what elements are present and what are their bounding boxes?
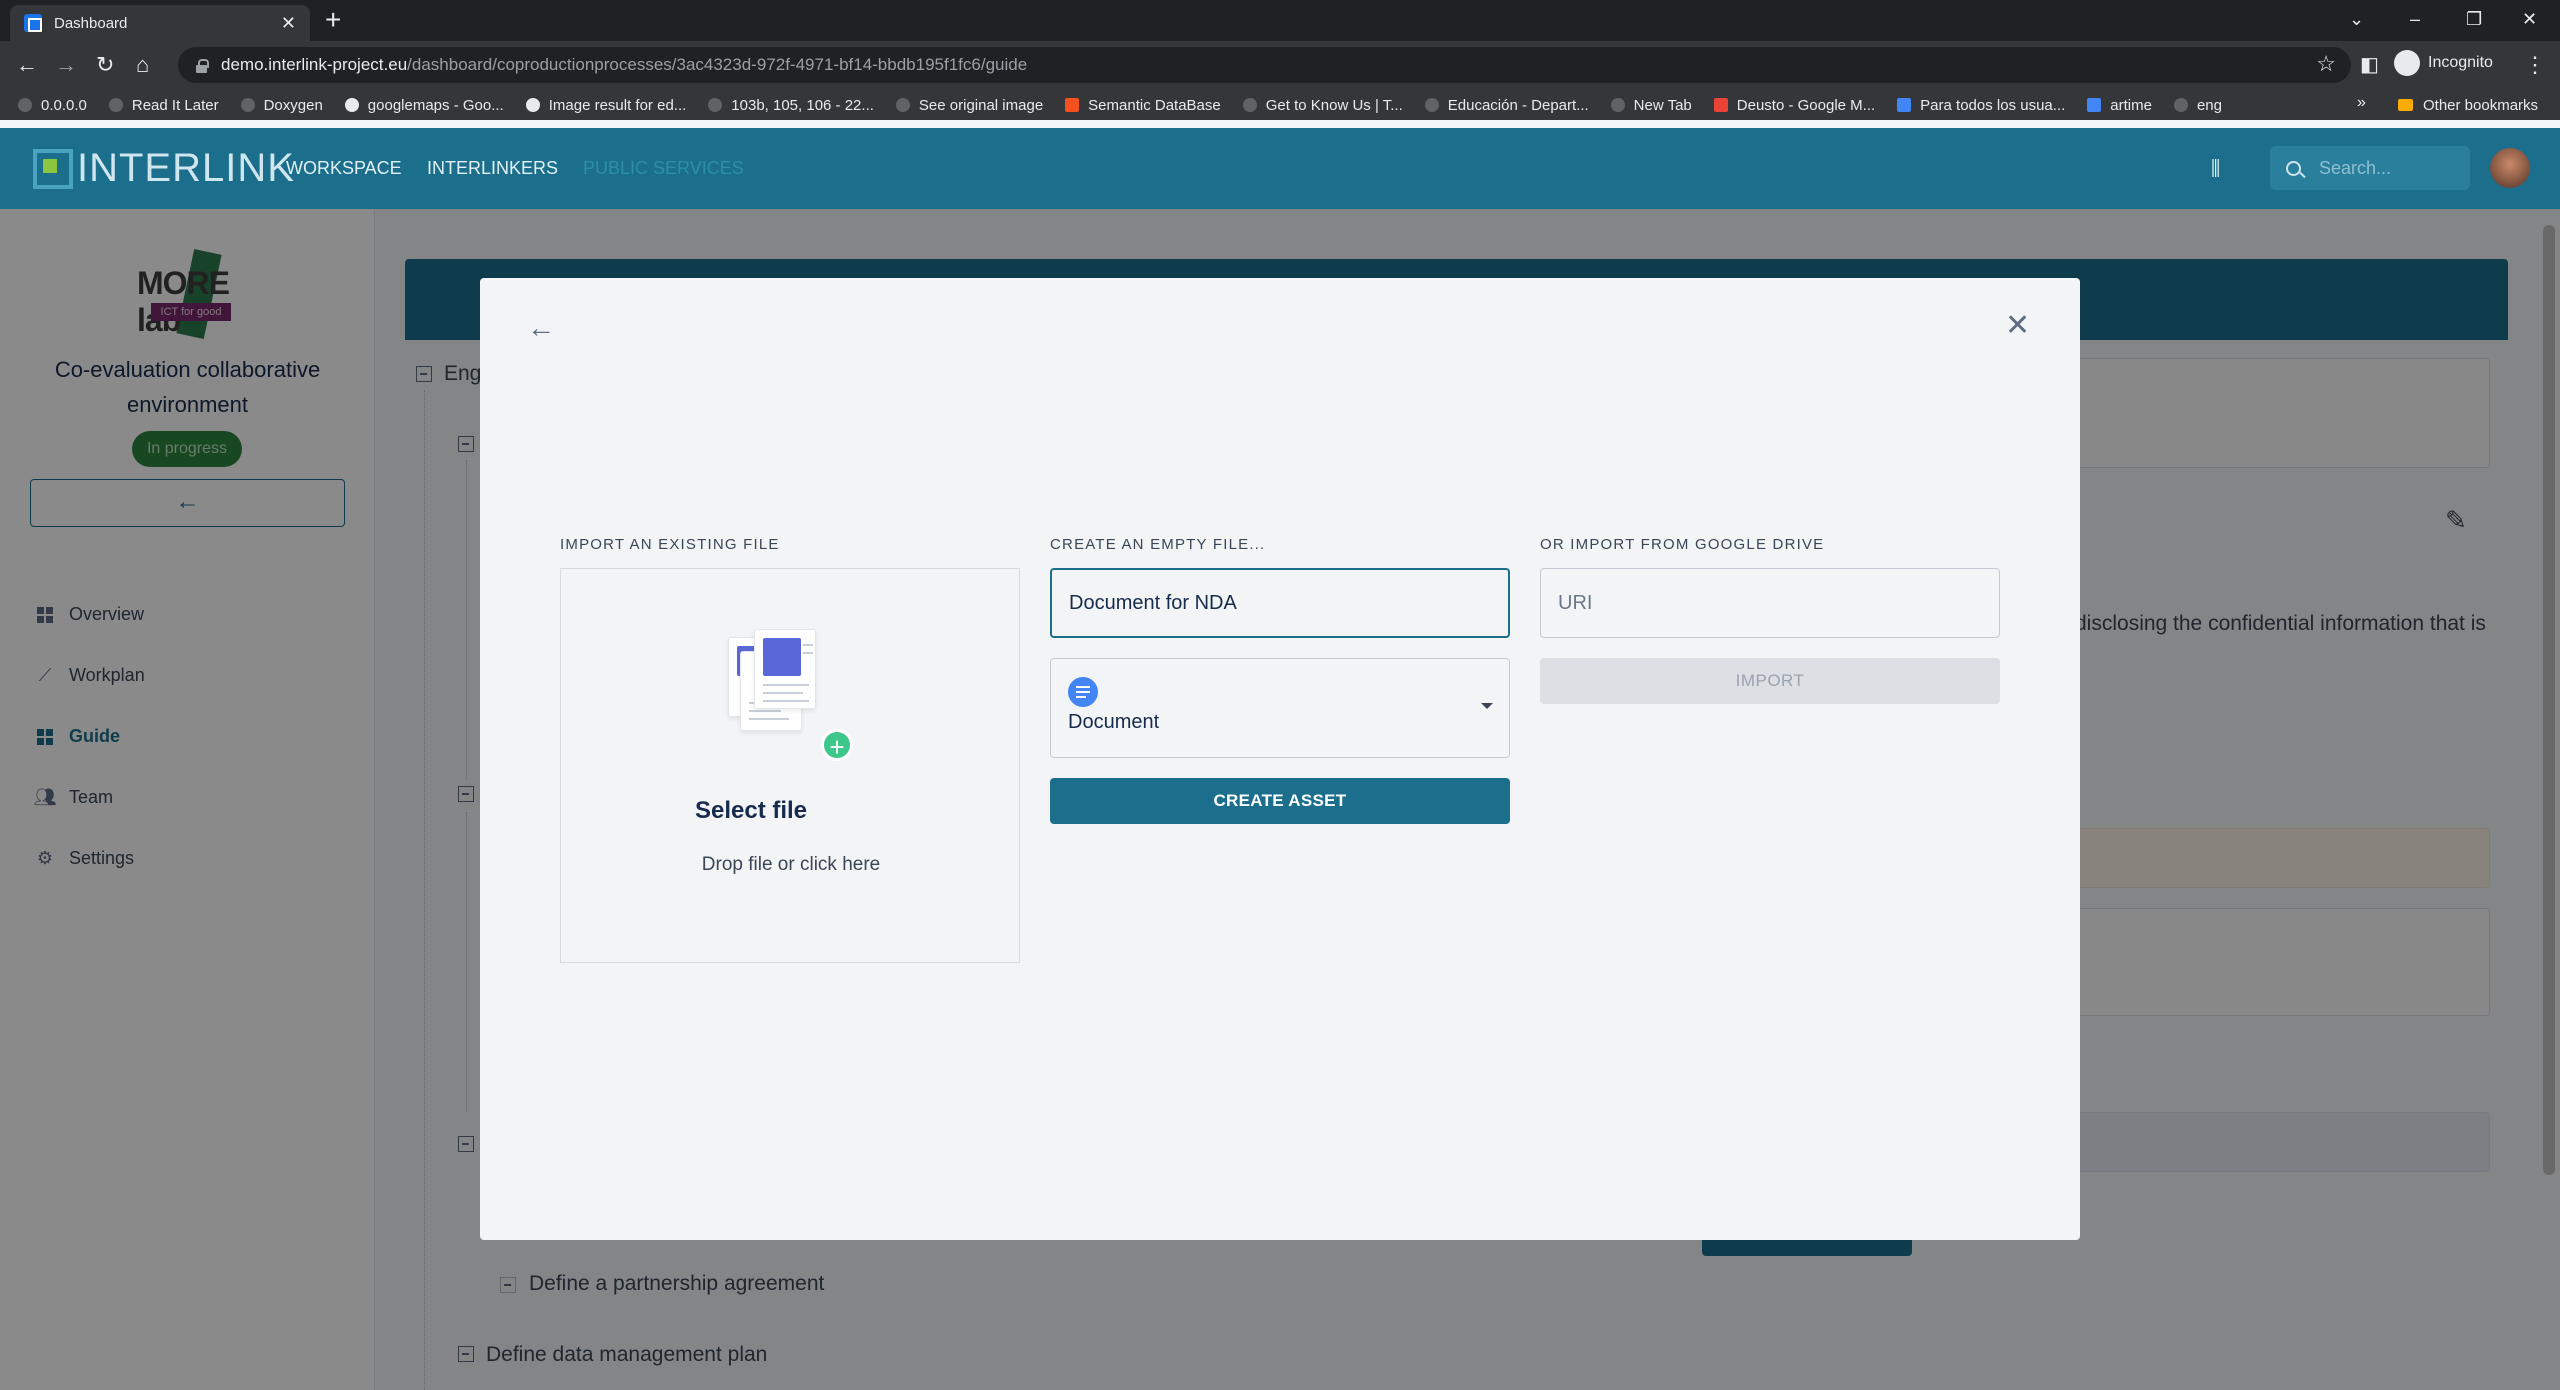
bookmark-item[interactable]: Get to Know Us | T... <box>1242 97 1403 114</box>
new-tab-icon[interactable]: + <box>325 4 341 36</box>
doc-icon <box>2087 98 2102 112</box>
globe-icon <box>1610 98 1625 112</box>
tab-title: Dashboard <box>54 14 128 32</box>
close-window-icon[interactable]: ✕ <box>2522 4 2537 34</box>
bookmark-item[interactable]: eng <box>2173 97 2222 114</box>
select-file-title: Select file <box>694 797 808 824</box>
url-path: /dashboard/coproductionprocesses/3ac4323… <box>407 55 1028 74</box>
browser-toolbar: ← → ↻ ⌂ demo.interlink-project.eu /dashb… <box>0 41 2560 90</box>
more-bookmarks-button[interactable]: » <box>2357 94 2366 112</box>
bookmark-item[interactable]: 103b, 105, 106 - 22... <box>708 97 874 114</box>
google-drive-label: OR IMPORT FROM GOOGLE DRIVE <box>1540 536 1825 553</box>
maps-icon <box>1713 98 1728 112</box>
bookmark-item[interactable]: Semantic DataBase <box>1065 97 1221 114</box>
globe-icon <box>1242 98 1257 112</box>
bookmark-item[interactable]: googlemaps - Goo... <box>344 97 504 114</box>
incognito-label: Incognito <box>2428 54 2493 71</box>
file-type-select[interactable]: Document <box>1050 658 1510 758</box>
bookmark-item[interactable]: New Tab <box>1610 97 1692 114</box>
globe-icon <box>240 98 255 112</box>
blogger-icon <box>1065 98 1080 112</box>
lock-icon <box>196 58 209 73</box>
bookmark-item[interactable]: Doxygen <box>240 97 323 114</box>
file-type-value: Document <box>1068 711 1160 733</box>
close-icon[interactable]: ✕ <box>2005 308 2030 343</box>
globe-icon <box>1424 98 1439 112</box>
add-icon: + <box>821 729 853 762</box>
app-search-input[interactable]: Search... <box>2270 146 2470 190</box>
tab-search-icon[interactable]: ⌄ <box>2349 4 2364 34</box>
create-asset-button[interactable]: CREATE ASSET <box>1050 778 1510 824</box>
nav-public-services[interactable]: PUBLIC SERVICES <box>583 158 744 179</box>
forward-icon[interactable]: → <box>55 50 77 80</box>
file-name-input[interactable] <box>1050 568 1510 638</box>
incognito-indicator[interactable]: Incognito <box>2394 50 2493 76</box>
nav-workspace[interactable]: WORKSPACE <box>286 158 402 179</box>
dashboard-favicon-icon <box>24 14 42 32</box>
upload-files-icon: + <box>728 629 853 762</box>
bookmark-item[interactable]: Image result for ed... <box>525 97 686 114</box>
bookmark-item[interactable]: Read It Later <box>108 97 219 114</box>
arrow-left-icon[interactable]: ← <box>527 312 555 344</box>
globe-icon <box>2173 98 2188 112</box>
tune-icon[interactable]: ⫼ <box>2211 158 2220 181</box>
interlink-logo-icon <box>33 148 73 189</box>
bookmark-item[interactable]: See original image <box>895 97 1043 114</box>
other-bookmarks-folder[interactable]: Other bookmarks <box>2398 90 2538 120</box>
import-button[interactable]: IMPORT <box>1540 658 2000 704</box>
avatar[interactable] <box>2490 148 2530 188</box>
bookmark-item[interactable]: artime <box>2087 97 2152 114</box>
restore-icon[interactable]: ❐ <box>2466 4 2482 34</box>
search-placeholder: Search... <box>2319 157 2392 178</box>
browser-menu-icon[interactable]: ⋮ <box>2524 50 2546 80</box>
browser-tabstrip: Dashboard ✕ + ⌄ – ❐ ✕ <box>0 0 2560 41</box>
bookmark-item[interactable]: 0.0.0.0 <box>18 97 87 114</box>
bookmark-item[interactable]: Para todos los usua... <box>1897 97 2065 114</box>
bookmark-item[interactable]: Educación - Depart... <box>1424 97 1589 114</box>
globe-icon <box>895 98 910 112</box>
file-dropzone[interactable]: + Select file Drop file or click here <box>560 568 1020 963</box>
home-icon[interactable]: ⌂ <box>136 50 149 80</box>
google-icon <box>344 98 359 112</box>
create-file-label: CREATE AN EMPTY FILE... <box>1050 536 1266 553</box>
nav-interlinkers[interactable]: INTERLINKERS <box>427 158 558 179</box>
select-file-hint: Drop file or click here <box>701 854 881 875</box>
bookmark-item[interactable]: Deusto - Google M... <box>1713 97 1875 114</box>
browser-tab[interactable]: Dashboard ✕ <box>10 5 310 41</box>
reload-icon[interactable]: ↻ <box>96 50 114 80</box>
interlink-logo[interactable]: INTERLINK <box>33 146 295 191</box>
minimize-icon[interactable]: – <box>2410 4 2420 34</box>
bookmarks-bar: 0.0.0.0 Read It Later Doxygen googlemaps… <box>0 90 2560 120</box>
back-icon[interactable]: ← <box>16 50 38 80</box>
folder-icon <box>2398 99 2413 111</box>
globe-icon <box>708 98 723 112</box>
import-file-label: IMPORT AN EXISTING FILE <box>560 536 780 553</box>
new-asset-dialog: ← ✕ IMPORT AN EXISTING FILE + Select fil… <box>480 278 2080 1240</box>
doc-icon <box>1897 98 1912 112</box>
search-icon <box>2286 160 2301 176</box>
incognito-icon <box>2394 50 2420 76</box>
globe-icon <box>108 98 123 112</box>
bookmark-star-icon[interactable]: ☆ <box>2316 51 2336 77</box>
app-header: INTERLINK WORKSPACE INTERLINKERS PUBLIC … <box>0 128 2560 209</box>
google-doc-icon <box>1068 677 1098 707</box>
url-host: demo.interlink-project.eu <box>221 55 408 74</box>
close-tab-icon[interactable]: ✕ <box>281 13 296 34</box>
chevron-down-icon <box>1481 703 1493 709</box>
globe-icon <box>18 98 32 112</box>
address-bar[interactable]: demo.interlink-project.eu /dashboard/cop… <box>178 47 2351 83</box>
uri-input[interactable] <box>1540 568 2000 638</box>
google-icon <box>525 98 540 112</box>
side-panel-icon[interactable]: ◧ <box>2360 50 2379 80</box>
